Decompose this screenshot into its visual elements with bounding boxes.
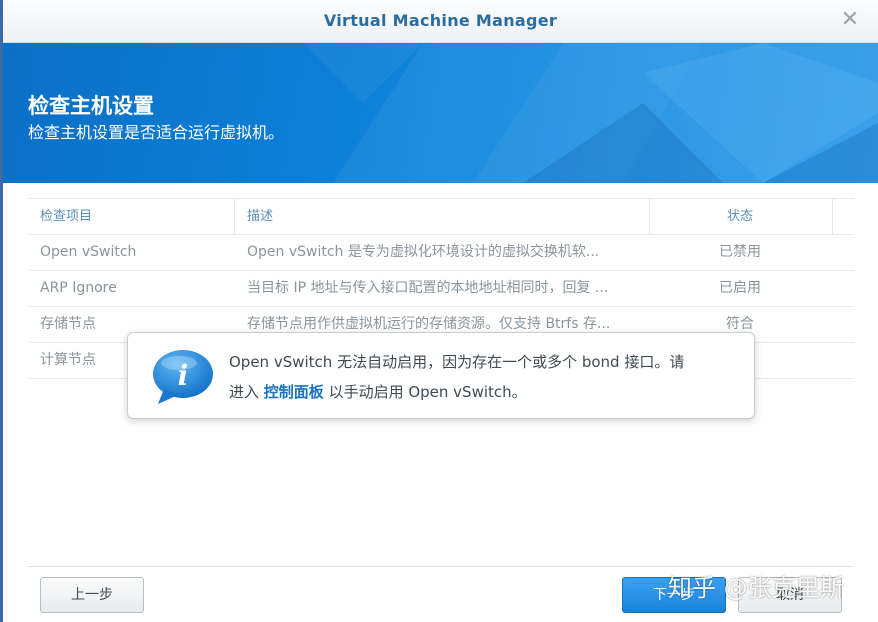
row-item: Open vSwitch: [40, 244, 137, 260]
column-header-status[interactable]: 状态: [650, 199, 830, 234]
column-header-item[interactable]: 检查项目: [40, 199, 230, 234]
message-line-1: Open vSwitch 无法自动启用，因为存在一个或多个 bond 接口。请: [229, 353, 685, 371]
table-row[interactable]: ARP Ignore 当目标 IP 地址与传入接口配置的本地地址相同时，回复 .…: [28, 271, 854, 307]
row-status: 已启用: [719, 280, 761, 296]
page-subtitle: 检查主机设置是否适合运行虚拟机。: [28, 123, 285, 142]
window-titlebar[interactable]: Virtual Machine Manager ✕: [3, 0, 878, 43]
window-title: Virtual Machine Manager: [323, 11, 558, 30]
page-title: 检查主机设置: [28, 94, 154, 118]
info-message-text: Open vSwitch 无法自动启用，因为存在一个或多个 bond 接口。请 …: [229, 347, 734, 407]
row-description: 当目标 IP 地址与传入接口配置的本地地址相同时，回复 ...: [247, 280, 609, 296]
column-header-description[interactable]: 描述: [247, 199, 647, 234]
header-banner: 检查主机设置 检查主机设置是否适合运行虚拟机。: [3, 43, 878, 183]
previous-button[interactable]: 上一步: [40, 577, 144, 613]
footer-divider: [28, 566, 854, 567]
message-line-2-prefix: 进入: [229, 383, 264, 401]
row-status: 已禁用: [719, 244, 761, 260]
message-line-2-suffix: 以手动启用 Open vSwitch。: [323, 383, 527, 401]
control-panel-link[interactable]: 控制面板: [264, 383, 324, 401]
info-message-popup: i Open vSwitch 无法自动启用，因为存在一个或多个 bond 接口。…: [127, 332, 755, 419]
svg-text:i: i: [178, 359, 189, 392]
watermark: 知乎 @张克里斯: [668, 574, 844, 602]
row-item: ARP Ignore: [40, 280, 117, 296]
table-row[interactable]: Open vSwitch Open vSwitch 是专为虚拟化环境设计的虚拟交…: [28, 235, 854, 271]
column-divider[interactable]: [234, 199, 235, 234]
message-line-2: 进入 控制面板 以手动启用 Open vSwitch。: [229, 377, 734, 407]
table-header-row: 检查项目 描述 状态: [28, 199, 854, 235]
column-divider[interactable]: [832, 199, 833, 234]
info-icon: i: [153, 350, 213, 404]
close-icon[interactable]: ✕: [838, 8, 862, 32]
row-description: Open vSwitch 是专为虚拟化环境设计的虚拟交换机软...: [247, 244, 600, 260]
